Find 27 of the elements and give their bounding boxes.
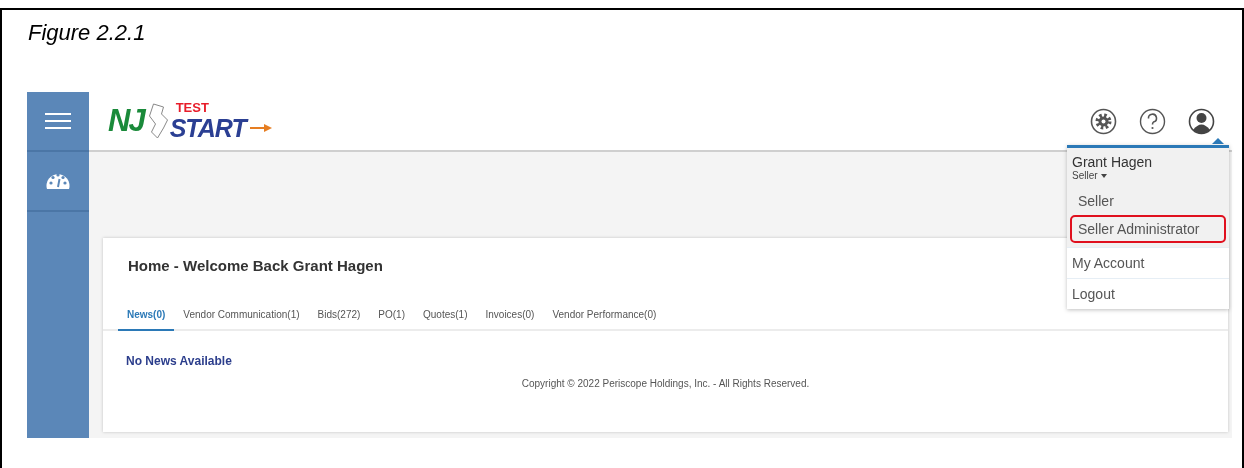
arrow-icon [249,124,272,132]
logo-text: START [169,115,248,141]
help-button[interactable] [1139,107,1166,135]
tab[interactable]: Vendor Performance(0) [543,309,666,331]
role-option[interactable]: Seller [1070,187,1226,215]
role-option[interactable]: Seller Administrator [1070,215,1226,243]
tab[interactable]: Bids(272) [308,309,370,331]
empty-message: No News Available [125,353,233,370]
logo-text: NJ [108,104,146,138]
caret-icon[interactable] [1100,173,1107,178]
user-account-button[interactable] [1188,107,1215,135]
settings-button[interactable] [1090,107,1117,135]
menu-icon[interactable] [45,112,71,130]
tab[interactable]: PO(1) [369,309,414,331]
tab[interactable]: News(0) [118,309,175,331]
copyright-text: Copyright © 2022 Periscope Holdings, Inc. - All Rights Reserved. [520,378,811,389]
page-title: Home - Welcome Back Grant Hagen [128,257,383,276]
menu-item[interactable]: Logout [1067,278,1229,309]
user-name: Grant Hagen [1071,154,1154,170]
menu-item[interactable]: My Account [1067,247,1229,278]
tab[interactable]: Invoices(0) [476,309,544,331]
state-map-icon [148,103,168,139]
test-label: TEST [175,101,209,115]
current-role[interactable]: Seller [1072,170,1098,181]
tab[interactable]: Quotes(1) [414,309,477,331]
figure-caption: Figure 2.2.1 [27,19,147,47]
tab[interactable]: Vendor Communication(1) [174,309,309,331]
